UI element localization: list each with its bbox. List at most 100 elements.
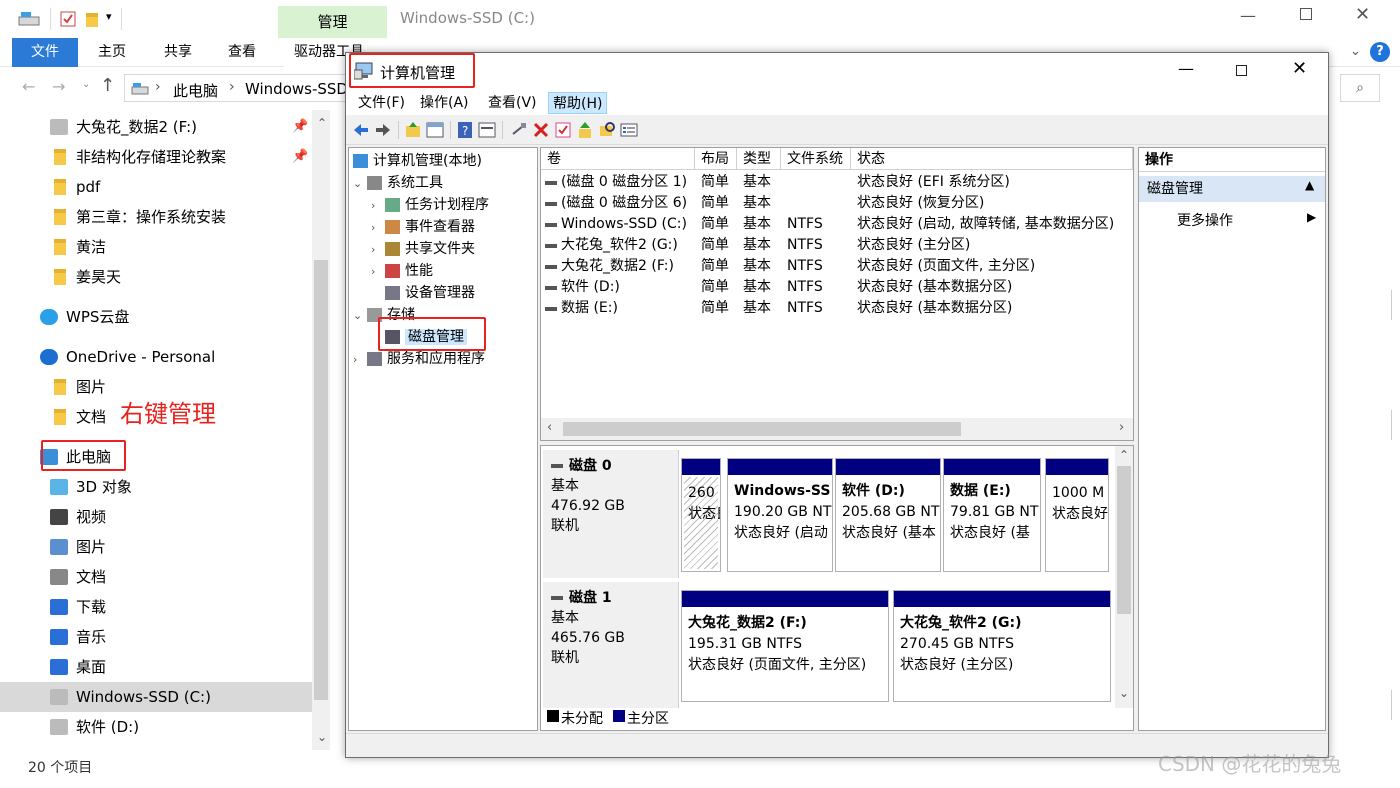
nav-item[interactable]: 3D 对象 [0, 472, 312, 502]
up-button[interactable]: ↑ [100, 75, 115, 96]
forward-arrow-icon[interactable] [374, 121, 392, 139]
nav-item[interactable]: 下载 [0, 592, 312, 622]
column-header[interactable]: 类型 [737, 148, 781, 170]
close-button[interactable]: ✕ [1355, 4, 1370, 25]
properties-icon[interactable] [60, 11, 76, 27]
column-header[interactable]: 布局 [695, 148, 737, 170]
partition-block[interactable]: 260 M 状态良 [681, 458, 721, 572]
volume-row[interactable]: 数据 (E:) 简单 基本 NTFS 状态良好 (基本数据分区) [541, 298, 1133, 319]
partition-block[interactable]: 大花兔_软件2 (G:) 270.45 GB NTFS 状态良好 (主分区) [893, 590, 1111, 702]
nav-item[interactable]: 软件 (D:) [0, 712, 312, 742]
nav-item[interactable]: WPS云盘 [0, 302, 312, 332]
actions-section-disk-management[interactable]: 磁盘管理 [1139, 176, 1325, 202]
breadcrumb-this-pc[interactable]: 此电脑 [173, 80, 218, 101]
search-folder-icon[interactable] [598, 121, 616, 139]
back-arrow-icon[interactable] [352, 121, 370, 139]
tree-node[interactable]: 设备管理器 [371, 282, 475, 304]
partition-block[interactable]: 软件 (D:) 205.68 GB NT 状态良好 (基本 [835, 458, 941, 572]
volume-row[interactable]: 大兔花_数据2 (F:) 简单 基本 NTFS 状态良好 (页面文件, 主分区) [541, 256, 1133, 277]
volume-hscrollbar[interactable]: ‹ › [541, 418, 1133, 440]
back-button[interactable]: ← [22, 77, 35, 96]
nav-item[interactable]: pdf [0, 172, 312, 202]
disk-label[interactable]: 磁盘 1 基本 465.76 GB 联机 [543, 582, 679, 708]
scroll-right-icon[interactable]: › [1119, 420, 1124, 435]
tab-file[interactable]: 文件 [12, 38, 78, 67]
volume-row[interactable]: 大花兔_软件2 (G:) 简单 基本 NTFS 状态良好 (主分区) [541, 235, 1133, 256]
nav-item[interactable]: 大兔花_数据2 (F:) 📌 [0, 112, 312, 142]
disk-label[interactable]: 磁盘 0 基本 476.92 GB 联机 [543, 450, 679, 578]
volume-row[interactable]: (磁盘 0 磁盘分区 6) 简单 基本 状态良好 (恢复分区) [541, 193, 1133, 214]
show-hide-tree-icon[interactable] [426, 121, 444, 139]
nav-item[interactable]: 桌面 [0, 652, 312, 682]
column-header[interactable]: 状态 [851, 148, 1133, 170]
collapse-triangle-icon[interactable]: ▲ [1305, 178, 1314, 192]
check-properties-icon[interactable] [554, 121, 572, 139]
partition-block[interactable]: 1000 M 状态良好 [1045, 458, 1109, 572]
forward-button[interactable]: → [52, 77, 65, 96]
customize-quick-access-icon[interactable]: ▾ [106, 10, 112, 23]
volume-row[interactable]: (磁盘 0 磁盘分区 1) 简单 基本 状态良好 (EFI 系统分区) [541, 172, 1133, 193]
address-bar[interactable]: › 此电脑 › Windows-SSD [124, 74, 349, 102]
expander-icon[interactable]: › [371, 239, 385, 261]
cm-close-button[interactable]: ✕ [1292, 58, 1307, 79]
tree-node[interactable]: › 任务计划程序 [371, 194, 489, 216]
scroll-up-icon[interactable]: ⌃ [1119, 448, 1129, 462]
menu-action[interactable]: 操作(A) [416, 92, 473, 114]
menu-help[interactable]: 帮助(H) [548, 92, 608, 114]
expander-icon[interactable]: › [371, 195, 385, 217]
tree-node[interactable]: › 性能 [371, 260, 433, 282]
scroll-thumb[interactable] [1117, 466, 1131, 614]
scroll-thumb[interactable] [314, 260, 328, 700]
minimize-button[interactable]: — [1240, 6, 1256, 25]
graph-vscrollbar[interactable]: ⌃ ⌄ [1115, 446, 1133, 708]
column-header[interactable]: 文件系统 [781, 148, 851, 170]
nav-item[interactable]: 黄洁 [0, 232, 312, 262]
manage-context-tab[interactable]: 管理 [278, 6, 387, 38]
breadcrumb-drive[interactable]: Windows-SSD [245, 80, 349, 98]
pin-icon[interactable]: 📌 [292, 112, 308, 142]
nav-item[interactable]: 音乐 [0, 622, 312, 652]
volume-row[interactable]: Windows-SSD (C:) 简单 基本 NTFS 状态良好 (启动, 故障转储, … [541, 214, 1133, 235]
tree-node[interactable]: › 共享文件夹 [371, 238, 475, 260]
expander-icon[interactable]: › [353, 349, 367, 371]
pin-icon[interactable]: 📌 [292, 142, 308, 172]
partition-block[interactable]: 大兔花_数据2 (F:) 195.31 GB NTFS 状态良好 (页面文件, 主分… [681, 590, 889, 702]
nav-item[interactable]: 第三章：操作系统安装 [0, 202, 312, 232]
nav-item[interactable]: 视频 [0, 502, 312, 532]
cm-maximize-button[interactable] [1236, 65, 1247, 76]
up-level-icon[interactable] [404, 121, 422, 139]
partition-block[interactable]: Windows-SS 190.20 GB NT 状态良好 (启动 [727, 458, 833, 572]
nav-item[interactable]: 图片 [0, 532, 312, 562]
nav-item[interactable]: 姜昊天 [0, 262, 312, 292]
expander-icon[interactable]: › [371, 261, 385, 283]
cm-minimize-button[interactable]: — [1178, 59, 1194, 78]
scroll-thumb[interactable] [563, 422, 961, 436]
nav-scrollbar[interactable]: ⌃ ⌄ [312, 110, 330, 750]
menu-file[interactable]: 文件(F) [354, 92, 409, 114]
tab-share[interactable]: 共享 [154, 38, 202, 67]
connect-icon[interactable] [510, 121, 528, 139]
volume-row[interactable]: 软件 (D:) 简单 基本 NTFS 状态良好 (基本数据分区) [541, 277, 1133, 298]
menu-view[interactable]: 查看(V) [484, 92, 541, 114]
scroll-down-icon[interactable]: ⌄ [317, 730, 327, 744]
expander-icon[interactable]: ⌄ [353, 305, 367, 327]
recent-locations-icon[interactable]: ⌄ [82, 79, 90, 90]
maximize-button[interactable] [1300, 8, 1312, 20]
tree-node[interactable]: 计算机管理(本地) [353, 150, 482, 172]
delete-icon[interactable] [532, 121, 550, 139]
details-list-icon[interactable] [620, 121, 638, 139]
more-actions[interactable]: 更多操作 [1177, 210, 1233, 230]
view-pane-icon[interactable] [478, 121, 496, 139]
tree-node[interactable]: › 事件查看器 [371, 216, 475, 238]
nav-item[interactable]: 非结构化存储理论教案 📌 [0, 142, 312, 172]
partition-block[interactable]: 数据 (E:) 79.81 GB NT 状态良好 (基 [943, 458, 1041, 572]
tree-node[interactable]: › 服务和应用程序 [353, 348, 485, 370]
import-icon[interactable] [576, 121, 594, 139]
scroll-left-icon[interactable]: ‹ [547, 420, 552, 435]
scroll-down-icon[interactable]: ⌄ [1119, 686, 1129, 700]
folder-icon[interactable] [86, 13, 98, 27]
column-header[interactable]: 卷 [541, 148, 695, 170]
expander-icon[interactable]: › [371, 217, 385, 239]
expand-ribbon-icon[interactable]: ⌄ [1350, 44, 1361, 59]
help-icon[interactable]: ? [1370, 42, 1390, 62]
